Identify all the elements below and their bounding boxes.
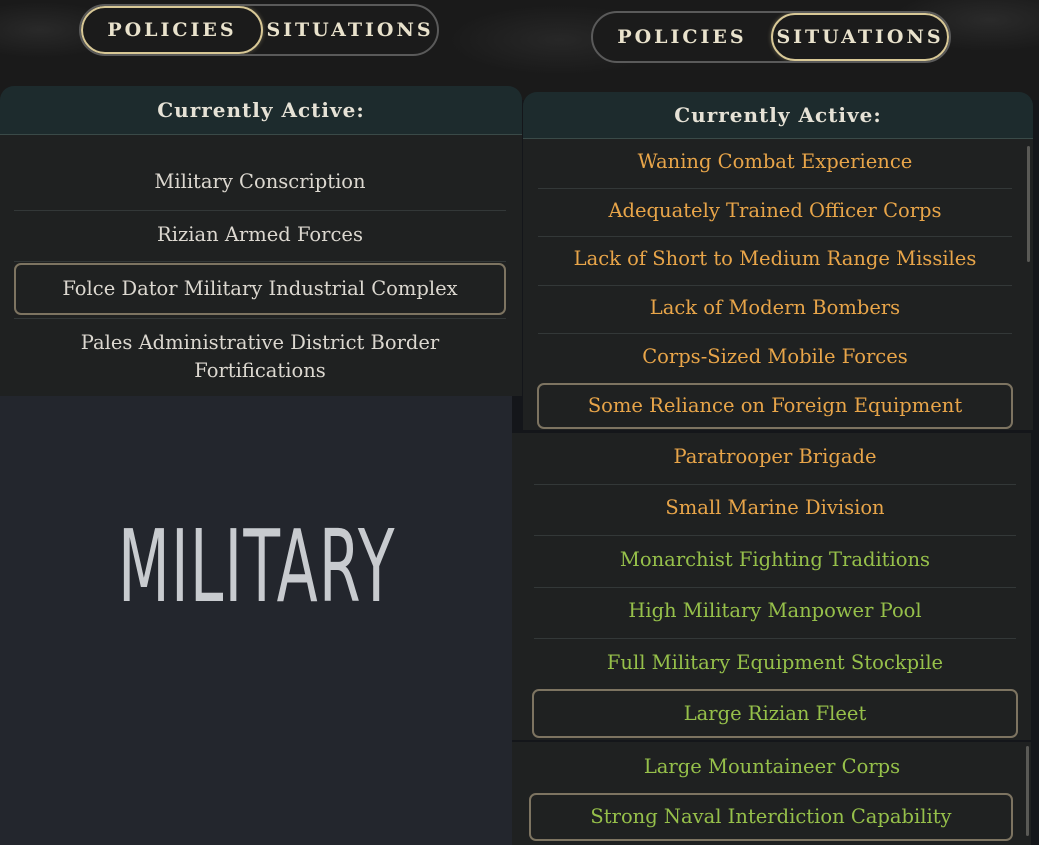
divider <box>534 484 1016 485</box>
policies-situations-toggle-left: POLICIES SITUATIONS <box>79 4 439 56</box>
list-item[interactable]: Pales Administrative District Border For… <box>60 328 460 386</box>
divider <box>14 210 506 211</box>
list-item[interactable]: Corps-Sized Mobile Forces <box>538 339 1012 375</box>
list-item[interactable]: Lack of Modern Bombers <box>538 290 1012 326</box>
list-item[interactable]: High Military Manpower Pool <box>534 592 1016 630</box>
list-item[interactable]: Military Conscription <box>14 162 506 202</box>
list-item-selected[interactable]: Strong Naval Interdiction Capability <box>529 793 1013 841</box>
tab-situations[interactable]: SITUATIONS <box>770 13 949 61</box>
list-item[interactable]: Waning Combat Experience <box>538 144 1012 180</box>
divider <box>534 638 1016 639</box>
divider <box>534 535 1016 536</box>
list-item-selected[interactable]: Some Reliance on Foreign Equipment <box>537 383 1013 429</box>
list-item[interactable]: Lack of Short to Medium Range Missiles <box>538 241 1012 277</box>
divider <box>538 285 1012 286</box>
divider <box>538 333 1012 334</box>
list-item-selected[interactable]: Large Rizian Fleet <box>532 689 1018 738</box>
scrollbar[interactable] <box>1026 746 1029 836</box>
panel-header: Currently Active: <box>0 86 522 135</box>
tab-policies[interactable]: POLICIES <box>593 13 771 61</box>
scrollbar[interactable] <box>1027 146 1030 262</box>
policies-situations-toggle-right: POLICIES SITUATIONS <box>591 11 951 63</box>
list-item[interactable]: Monarchist Fighting Traditions <box>534 541 1016 579</box>
list-item[interactable]: Small Marine Division <box>534 489 1016 527</box>
list-item[interactable]: Adequately Trained Officer Corps <box>538 193 1012 229</box>
list-item-selected[interactable]: Folce Dator Military Industrial Complex <box>14 263 506 315</box>
banner-title: MILITARY <box>118 508 396 625</box>
list-item[interactable]: Paratrooper Brigade <box>534 438 1016 476</box>
tab-situations[interactable]: SITUATIONS <box>263 6 437 54</box>
divider <box>14 261 506 262</box>
list-item[interactable]: Rizian Armed Forces <box>14 215 506 255</box>
tab-policies[interactable]: POLICIES <box>81 6 263 54</box>
divider <box>538 188 1012 189</box>
list-item[interactable]: Full Military Equipment Stockpile <box>534 644 1016 682</box>
divider <box>14 318 506 319</box>
panel-header: Currently Active: <box>523 92 1033 139</box>
divider <box>538 236 1012 237</box>
divider <box>534 587 1016 588</box>
list-item[interactable]: Large Mountaineer Corps <box>530 748 1014 786</box>
